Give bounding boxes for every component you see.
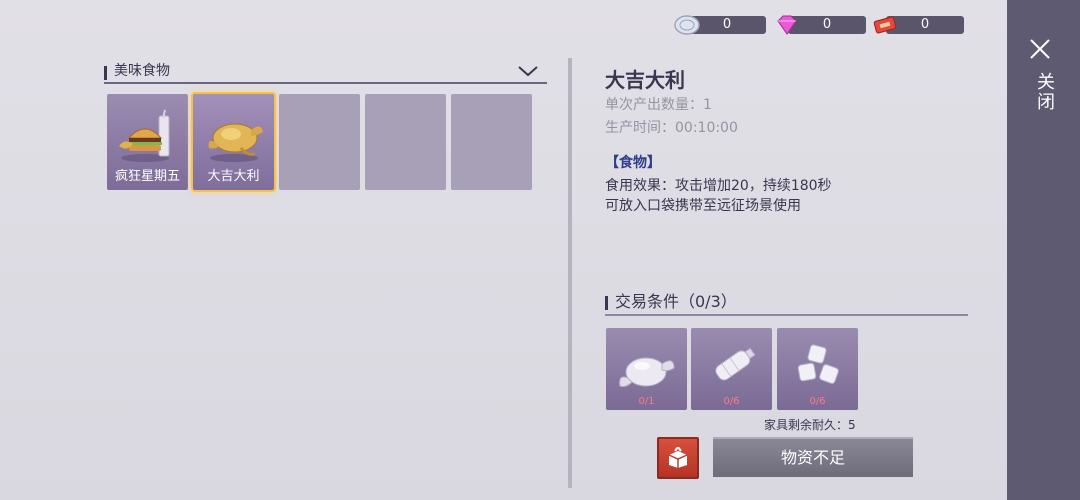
requirement-slot[interactable]: 0/6 [691,328,772,410]
currency-value: 0 [920,17,930,32]
empty-slot[interactable] [279,94,360,190]
item-slot-label: 大吉大利 [207,169,260,184]
close-icon[interactable] [1029,38,1051,60]
box-icon [668,447,688,468]
chevron-down-icon[interactable] [517,62,539,80]
effect-text: 食用效果：攻击增加20，持续180秒 [605,178,832,194]
currency-ticket: 0 [872,14,964,36]
raw-chicken-icon [619,357,675,387]
usage-text: 可放入口袋携带至远征场景使用 [605,198,801,214]
requirement-count: 0/6 [809,396,826,407]
trade-header: 交易条件（0/3） [605,292,968,316]
category-marker [104,66,107,80]
item-type-tag: 【食物】 [605,155,661,171]
currency-value: 0 [722,17,732,32]
roast-chicken-icon [208,123,263,162]
close-label[interactable]: 关闭 [1034,72,1055,112]
requirement-slot[interactable]: 0/1 [606,328,687,410]
currency-coin: 0 [674,14,766,36]
burger-meal-icon [119,109,170,162]
empty-slot[interactable] [451,94,532,190]
empty-slot[interactable] [365,94,446,190]
section-marker [605,296,608,310]
item-slot-lucky-chicken[interactable]: 大吉大利 [193,94,274,190]
item-title: 大吉大利 [605,68,685,92]
output-quantity: 单次产出数量：1 [605,97,712,113]
requirement-count: 0/1 [638,396,655,407]
category-title: 美味食物 [114,63,170,79]
water-bottle-icon [715,347,756,381]
panel-divider [568,58,572,488]
requirement-slot[interactable]: 0/6 [777,328,858,410]
ice-cubes-icon [797,344,839,384]
screen: 0 0 0 美味食物 疯狂星期五 大吉大利 大吉大利 单次产出数量：1 生产时间… [0,0,1080,500]
item-slot-label: 疯狂星期五 [114,169,180,184]
item-slot-crazy-friday[interactable]: 疯狂星期五 [107,94,188,190]
category-header[interactable]: 美味食物 [104,62,547,84]
currency-diamond: 0 [774,14,866,36]
production-time: 生产时间：00:10:00 [605,120,738,136]
currency-value: 0 [822,17,832,32]
storage-box-button[interactable] [657,437,699,479]
requirement-count: 0/6 [723,396,740,407]
close-panel[interactable]: 关闭 [1007,0,1080,500]
durability-text: 家具剩余耐久：5 [764,418,856,432]
exchange-button[interactable]: 物资不足 [713,437,913,477]
trade-title: 交易条件（0/3） [615,292,737,311]
